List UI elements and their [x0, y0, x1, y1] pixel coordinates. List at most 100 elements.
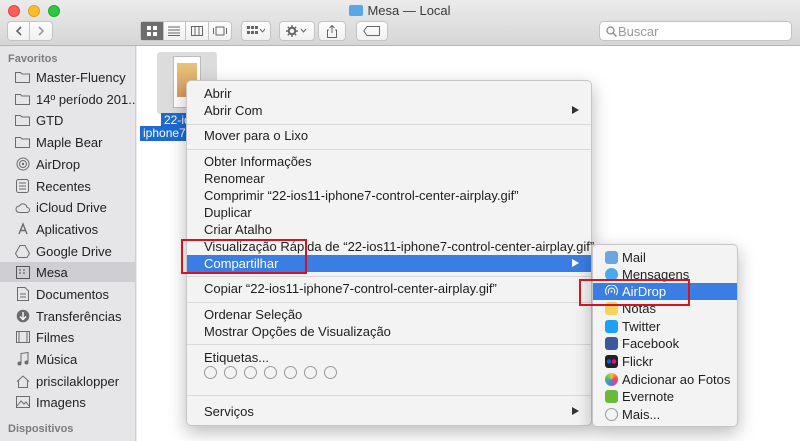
tag-color-option[interactable] — [204, 366, 217, 379]
view-mode-control — [140, 21, 232, 41]
chevron-left-icon — [15, 26, 22, 36]
menu-separator — [187, 149, 591, 150]
share-button[interactable] — [318, 21, 346, 41]
sidebar-item-recentes[interactable]: Recentes — [0, 176, 135, 196]
share-item-evernote[interactable]: Evernote — [593, 388, 737, 405]
documents-icon — [15, 287, 30, 301]
grid-icon — [146, 26, 157, 36]
music-icon — [15, 352, 30, 366]
pictures-icon — [15, 395, 30, 409]
chevron-right-icon — [572, 106, 579, 114]
tag-color-option[interactable] — [244, 366, 257, 379]
menu-item-obter-informacoes[interactable]: Obter Informações — [187, 153, 591, 170]
photos-icon — [605, 373, 618, 386]
sidebar-item-transferencias[interactable]: Transferências — [0, 306, 135, 326]
share-item-adicionar-ao-fotos[interactable]: Adicionar ao Fotos — [593, 371, 737, 388]
folder-icon — [349, 5, 364, 16]
menu-item-criar-atalho[interactable]: Criar Atalho — [187, 221, 591, 238]
evernote-icon — [605, 390, 618, 403]
airdrop-icon — [15, 157, 30, 171]
sidebar-item-gtd[interactable]: GTD — [0, 110, 135, 130]
share-item-facebook[interactable]: Facebook — [593, 335, 737, 352]
tag-color-picker — [204, 366, 344, 379]
sidebar-item-priscilaklopper[interactable]: priscilaklopper — [0, 371, 135, 391]
menu-item-etiquetas[interactable]: Etiquetas... — [187, 349, 591, 366]
list-view-button[interactable] — [164, 22, 186, 40]
chevron-right-icon — [572, 259, 579, 267]
tag-color-option[interactable] — [264, 366, 277, 379]
tag-color-option[interactable] — [224, 366, 237, 379]
sidebar-item-google-drive[interactable]: Google Drive — [0, 241, 135, 261]
desktop-icon — [15, 265, 30, 279]
more-icon — [605, 408, 618, 421]
gallery-view-button[interactable] — [209, 22, 231, 40]
menu-item-mover-para-lixo[interactable]: Mover para o Lixo — [187, 127, 591, 144]
tag-color-option[interactable] — [284, 366, 297, 379]
group-button[interactable] — [241, 21, 271, 41]
highlight-box-airdrop — [579, 279, 690, 306]
icon-view-button[interactable] — [141, 22, 164, 40]
chevron-right-icon — [38, 26, 45, 36]
folder-icon — [15, 92, 30, 106]
tag-icon — [363, 26, 380, 36]
sidebar-item-aplicativos[interactable]: Aplicativos — [0, 219, 135, 239]
window-title: Mesa — Local — [0, 3, 800, 18]
menu-separator — [187, 395, 591, 396]
menu-item-comprimir[interactable]: Comprimir “22-ios11-iphone7-control-cent… — [187, 187, 591, 204]
back-forward-control — [7, 21, 53, 41]
search-icon — [606, 26, 617, 37]
sidebar-item-filmes[interactable]: Filmes — [0, 327, 135, 347]
sidebar-item-maple-bear[interactable]: Maple Bear — [0, 132, 135, 152]
column-view-button[interactable] — [186, 22, 209, 40]
share-item-flickr[interactable]: Flickr — [593, 353, 737, 370]
recents-icon — [15, 179, 30, 193]
menu-item-duplicar[interactable]: Duplicar — [187, 204, 591, 221]
movies-icon — [15, 330, 30, 344]
menu-item-mostrar-opcoes[interactable]: Mostrar Opções de Visualização — [187, 323, 591, 340]
window-toolbar: Mesa — Local Buscar — [0, 0, 800, 46]
forward-button[interactable] — [30, 22, 52, 40]
sidebar-item-master-fluency[interactable]: Master-Fluency — [0, 67, 135, 87]
share-item-mais[interactable]: Mais... — [593, 406, 737, 423]
list-icon — [168, 26, 181, 36]
menu-item-servicos[interactable]: Serviços — [187, 403, 591, 420]
columns-icon — [190, 26, 203, 36]
action-button[interactable] — [279, 21, 315, 41]
menu-item-abrir[interactable]: Abrir — [187, 85, 591, 102]
sidebar-item-imagens[interactable]: Imagens — [0, 392, 135, 412]
twitter-icon — [605, 320, 618, 333]
gallery-icon — [212, 26, 227, 36]
flickr-icon — [605, 355, 618, 368]
menu-item-copiar[interactable]: Copiar “22-ios11-iphone7-control-center-… — [187, 280, 591, 297]
tag-button[interactable] — [356, 21, 388, 41]
highlight-box-compartilhar — [181, 239, 307, 274]
downloads-icon — [15, 309, 30, 323]
tag-color-option[interactable] — [304, 366, 317, 379]
share-item-twitter[interactable]: Twitter — [593, 318, 737, 335]
tag-color-option[interactable] — [324, 366, 337, 379]
back-button[interactable] — [8, 22, 30, 40]
sidebar-item-musica[interactable]: Música — [0, 349, 135, 369]
menu-item-ordenar-selecao[interactable]: Ordenar Seleção — [187, 306, 591, 323]
sidebar: Favoritos Master-Fluency 14º período 201… — [0, 46, 136, 441]
facebook-icon — [605, 337, 618, 350]
sidebar-item-mesa[interactable]: Mesa — [0, 262, 135, 282]
search-field[interactable]: Buscar — [599, 21, 792, 41]
menu-separator — [187, 276, 591, 277]
menu-separator — [187, 344, 591, 345]
sidebar-item-icloud-drive[interactable]: iCloud Drive — [0, 197, 135, 217]
sidebar-item-documentos[interactable]: Documentos — [0, 284, 135, 304]
folder-icon — [15, 70, 30, 84]
share-item-mail[interactable]: Mail — [593, 249, 737, 266]
menu-item-renomear[interactable]: Renomear — [187, 170, 591, 187]
chevron-right-icon — [572, 407, 579, 415]
gear-icon — [286, 25, 307, 37]
sidebar-item-airdrop[interactable]: AirDrop — [0, 154, 135, 174]
applications-icon — [15, 222, 30, 236]
google-drive-icon — [15, 244, 30, 258]
group-grid-icon — [247, 26, 265, 34]
sidebar-item-14-periodo[interactable]: 14º período 201... — [0, 89, 135, 109]
menu-item-abrir-com[interactable]: Abrir Com — [187, 102, 591, 119]
menu-separator — [187, 124, 591, 125]
mail-icon — [605, 251, 618, 264]
